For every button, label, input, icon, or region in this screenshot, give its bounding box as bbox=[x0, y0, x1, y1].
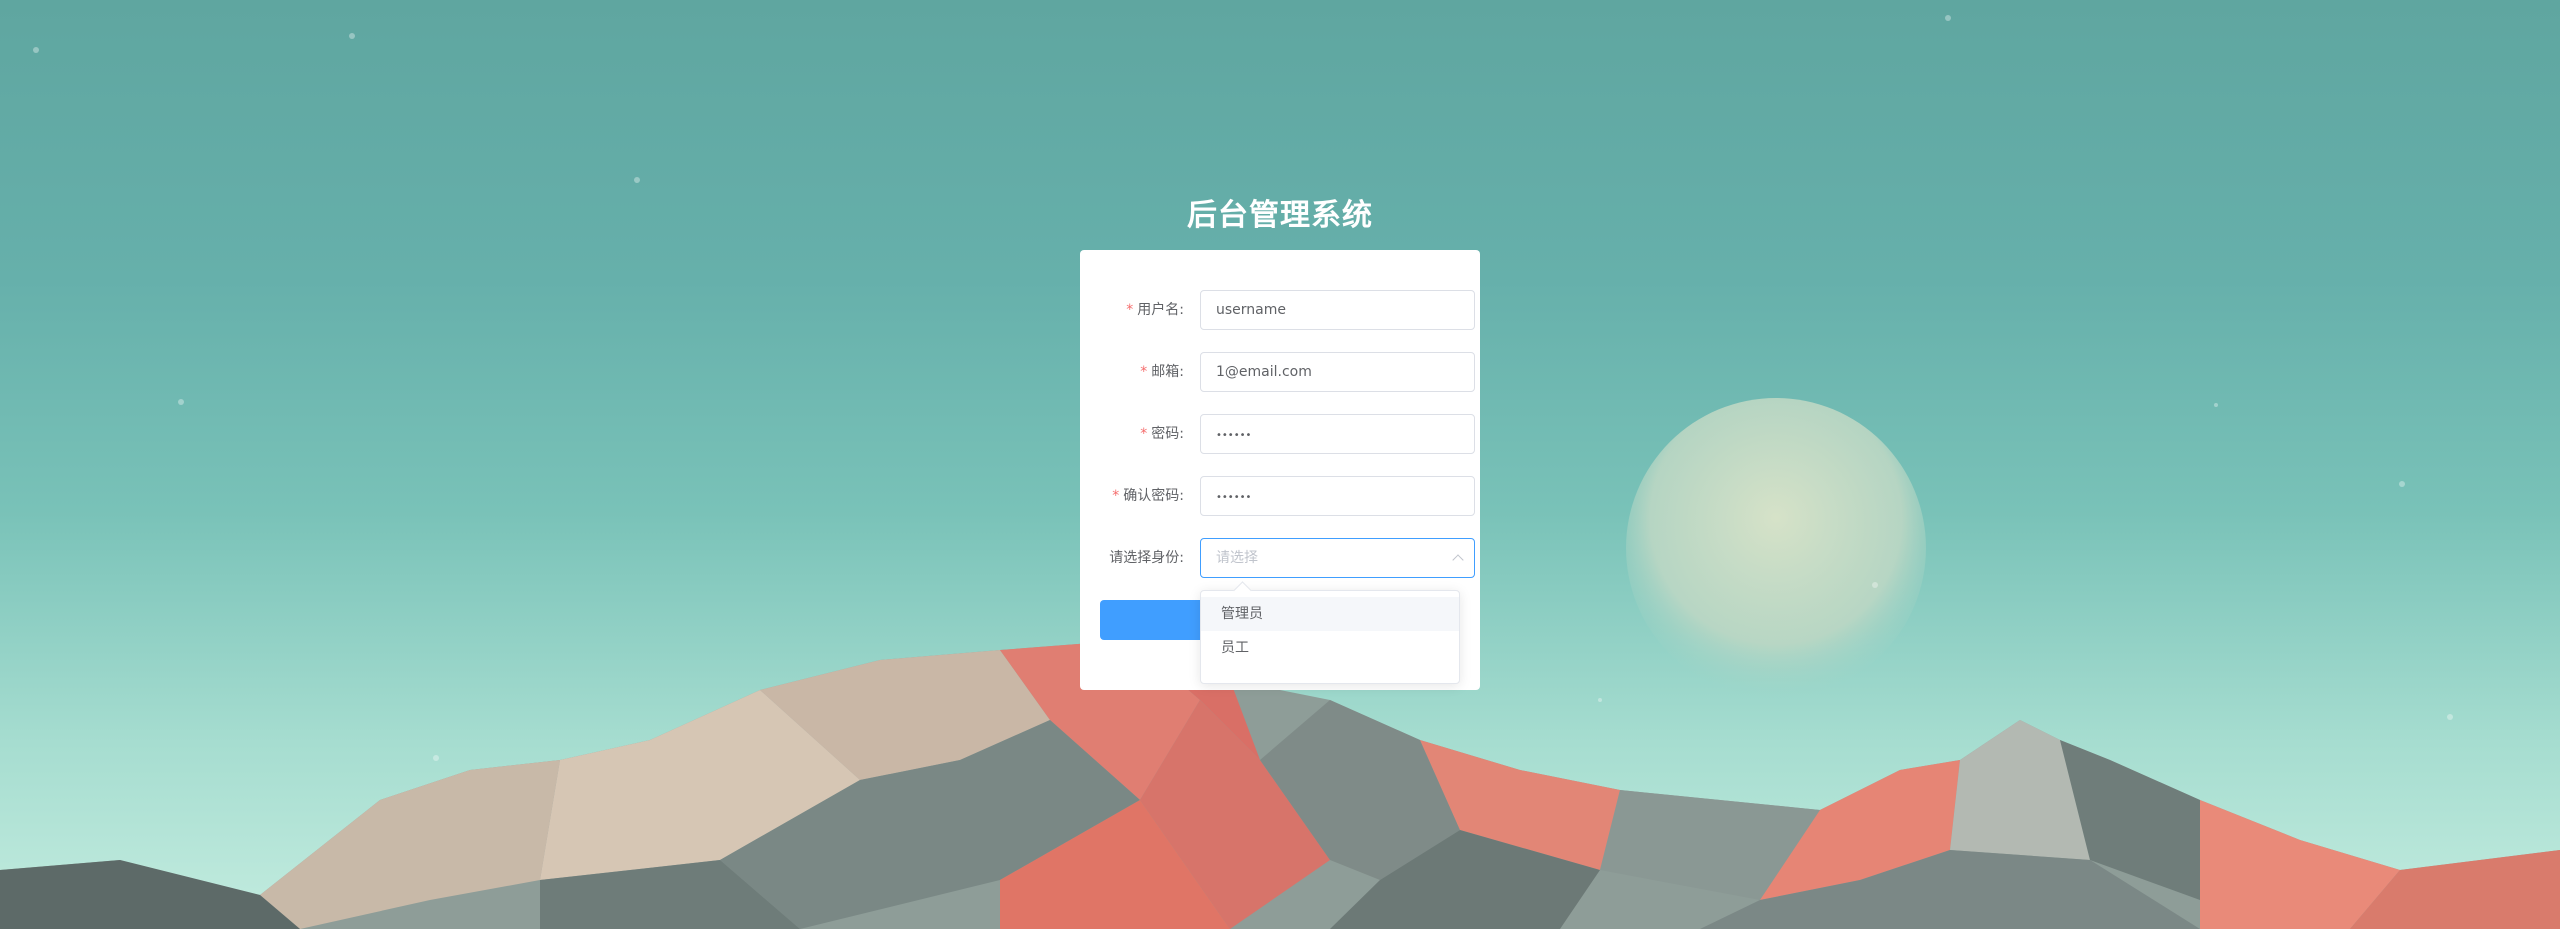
email-input[interactable]: 1@email.com bbox=[1200, 352, 1475, 392]
required-mark: * bbox=[1140, 364, 1148, 380]
confirm-password-value: •••••• bbox=[1216, 492, 1252, 503]
role-dropdown: 管理员 员工 bbox=[1200, 581, 1460, 684]
required-mark: * bbox=[1126, 302, 1134, 318]
confirm-password-label: * 确认密码: bbox=[1112, 488, 1184, 504]
page-title: 后台管理系统 bbox=[1187, 198, 1373, 233]
password-value: •••••• bbox=[1216, 430, 1252, 441]
option-staff[interactable]: 员工 bbox=[1201, 631, 1459, 665]
username-input[interactable]: username bbox=[1200, 290, 1475, 330]
role-placeholder: 请选择 bbox=[1216, 550, 1258, 566]
username-row: * 用户名: username bbox=[1080, 290, 1480, 330]
email-value: 1@email.com bbox=[1216, 364, 1312, 380]
email-row: * 邮箱: 1@email.com bbox=[1080, 352, 1480, 392]
email-label: * 邮箱: bbox=[1140, 364, 1184, 380]
required-mark: * bbox=[1140, 426, 1148, 442]
confirm-password-input[interactable]: •••••• bbox=[1200, 476, 1475, 516]
password-row: * 密码: •••••• bbox=[1080, 414, 1480, 454]
confirm-password-row: * 确认密码: •••••• bbox=[1080, 476, 1480, 516]
role-label: 请选择身份: bbox=[1109, 550, 1184, 566]
password-input[interactable]: •••••• bbox=[1200, 414, 1475, 454]
required-mark: * bbox=[1112, 488, 1120, 504]
moon bbox=[1626, 398, 1926, 698]
role-select[interactable]: 请选择 bbox=[1200, 538, 1475, 578]
username-label: * 用户名: bbox=[1126, 302, 1184, 318]
chevron-up-icon bbox=[1452, 554, 1464, 566]
password-label: * 密码: bbox=[1140, 426, 1184, 442]
role-row: 请选择身份: 请选择 bbox=[1080, 538, 1480, 578]
option-admin[interactable]: 管理员 bbox=[1201, 597, 1459, 631]
username-value: username bbox=[1216, 302, 1286, 318]
